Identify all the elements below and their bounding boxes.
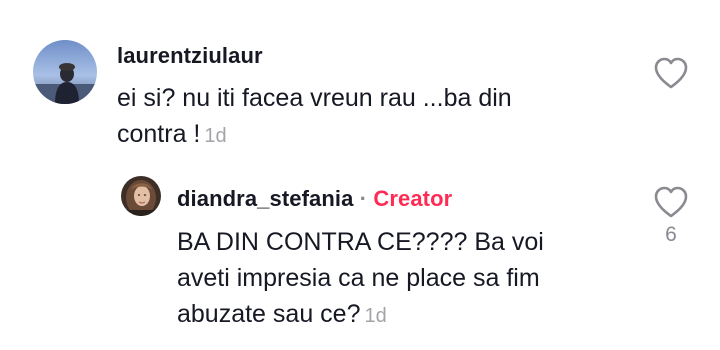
comment-text-end: contra !	[117, 120, 201, 148]
reply-header: diandra_stefania · Creator	[177, 186, 452, 212]
like-button[interactable]	[653, 56, 689, 90]
creator-badge: Creator	[373, 186, 453, 211]
reply-username[interactable]: diandra_stefania	[177, 186, 353, 211]
comment-text: ei si? nu iti facea vreun rau ...ba din …	[117, 80, 512, 154]
avatar-photo	[33, 40, 97, 104]
reply-item: diandra_stefania · Creator BA DIN CONTRA…	[0, 170, 720, 350]
avatar[interactable]	[121, 176, 161, 216]
comment-item: laurentziulaur ei si? nu iti facea vreun…	[0, 0, 720, 170]
reply-text-end: abuzate sau ce?	[177, 300, 361, 328]
heart-outline-icon	[654, 186, 688, 218]
heart-outline-icon	[654, 57, 688, 89]
like-count: 6	[665, 223, 677, 246]
comment-timestamp: 1d	[204, 125, 227, 147]
reply-text-line: abuzate sau ce? 1d	[177, 296, 544, 334]
reply-text-line: aveti impresia ca ne place sa fim	[177, 264, 540, 292]
comment-text-line: contra ! 1d	[117, 116, 512, 154]
reply-text: BA DIN CONTRA CE???? Ba voi aveti impres…	[177, 224, 544, 334]
comment-username[interactable]: laurentziulaur	[117, 43, 263, 69]
avatar-photo	[121, 176, 161, 216]
like-button[interactable]	[653, 185, 689, 219]
separator-dot: ·	[359, 186, 368, 211]
avatar[interactable]	[33, 40, 97, 104]
reply-timestamp: 1d	[364, 305, 387, 327]
comment-text-line: ei si? nu iti facea vreun rau ...ba din	[117, 84, 512, 112]
reply-text-line: BA DIN CONTRA CE???? Ba voi	[177, 228, 544, 256]
